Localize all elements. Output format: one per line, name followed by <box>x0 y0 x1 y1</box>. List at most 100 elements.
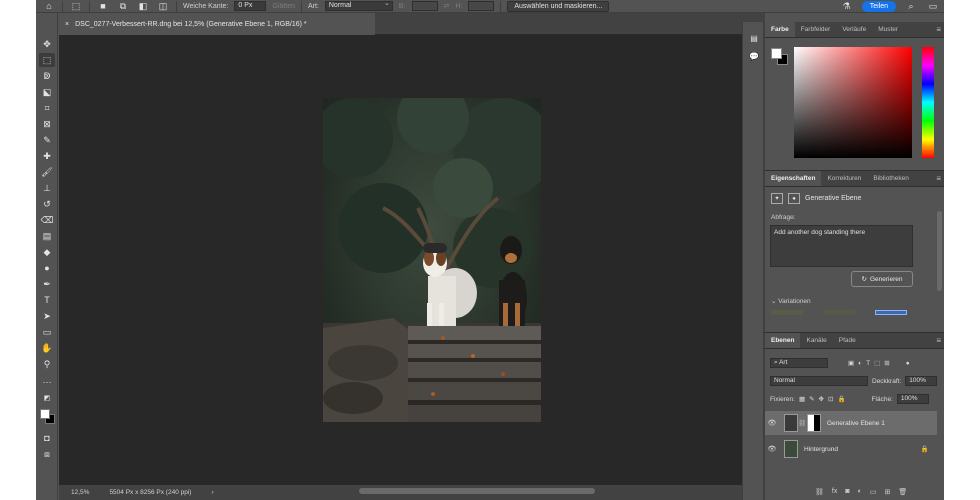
more-tools-icon[interactable]: ··· <box>39 375 55 389</box>
pen-tool-icon[interactable]: ✒ <box>39 277 55 291</box>
share-button[interactable]: Teilen <box>861 1 896 12</box>
filter-toggle-icon[interactable]: ● <box>906 360 910 367</box>
filter-shape-icon[interactable]: ⬚ <box>874 359 880 367</box>
history-panel-icon[interactable]: ▤ <box>747 32 761 45</box>
lock-all-icon[interactable]: 🔒 <box>837 395 845 403</box>
eye-icon[interactable]: 👁 <box>765 445 779 453</box>
quick-mask-icon[interactable]: ◘ <box>39 431 55 445</box>
history-brush-tool-icon[interactable]: ↺ <box>39 197 55 211</box>
tab-adjustments[interactable]: Korrekturen <box>821 171 867 186</box>
lock-image-icon[interactable]: ✎ <box>809 395 814 403</box>
blur-tool-icon[interactable]: ◆ <box>39 245 55 259</box>
mask-icon[interactable]: ● <box>788 193 800 204</box>
style-select[interactable]: Normal <box>324 0 393 11</box>
feather-input[interactable]: 0 Px <box>234 1 267 11</box>
fill-input[interactable]: 100% <box>896 394 929 404</box>
comments-panel-icon[interactable]: 💬 <box>747 50 761 63</box>
tab-color[interactable]: Farbe <box>765 22 795 37</box>
panel-menu-icon[interactable]: ≡ <box>936 336 941 345</box>
fx-icon[interactable]: fx <box>832 488 837 496</box>
search-icon[interactable]: ⌕ <box>904 1 918 12</box>
filter-adjustment-icon[interactable]: ◐ <box>858 360 862 367</box>
panel-menu-icon[interactable]: ≡ <box>936 25 941 34</box>
lasso-tool-icon[interactable]: ↁ <box>39 69 55 83</box>
marquee-tool-preset-icon[interactable]: ⬚ <box>69 1 83 12</box>
blend-mode-select[interactable]: Normal <box>770 376 868 386</box>
zoom-tool-icon[interactable]: ⚲ <box>39 357 55 371</box>
type-tool-icon[interactable]: T <box>39 293 55 307</box>
select-and-mask-button[interactable]: Auswählen und maskieren... <box>507 0 610 12</box>
eyedropper-tool-icon[interactable]: ✎ <box>39 133 55 147</box>
filter-type-icon[interactable]: T <box>866 360 870 367</box>
lock-transparent-icon[interactable]: ▦ <box>799 395 805 403</box>
workspace-icon[interactable]: ▭ <box>926 1 940 12</box>
generative-layer-icon[interactable]: ✦ <box>771 193 783 204</box>
filter-kind-select[interactable]: ⌕ Art <box>770 358 828 368</box>
eye-icon[interactable]: 👁 <box>765 419 779 427</box>
spot-healing-tool-icon[interactable]: ✚ <box>39 149 55 163</box>
link-icon[interactable]: ⛓ <box>798 419 806 427</box>
layer-row-generative[interactable]: 👁 ⛓ Generative Ebene 1 <box>765 411 937 435</box>
lock-icon[interactable]: 🔒 <box>921 445 929 453</box>
generate-button[interactable]: ↻ Generieren <box>851 271 913 287</box>
hand-tool-icon[interactable]: ✋ <box>39 341 55 355</box>
tab-properties[interactable]: Eigenschaften <box>765 171 822 186</box>
brush-tool-icon[interactable]: 🖌 <box>39 165 55 179</box>
tab-channels[interactable]: Kanäle <box>800 333 832 348</box>
add-mask-icon[interactable]: ◙ <box>845 488 849 496</box>
clone-stamp-tool-icon[interactable]: ⊥ <box>39 181 55 195</box>
variation-thumbnail[interactable] <box>771 310 803 315</box>
filter-smart-object-icon[interactable]: ⊞ <box>884 359 889 367</box>
prompt-textarea[interactable]: Add another dog standing there <box>770 225 913 267</box>
canvas[interactable] <box>59 35 765 485</box>
crop-tool-icon[interactable]: ⌗ <box>39 101 55 115</box>
flask-icon[interactable]: ⚗ <box>840 1 854 12</box>
close-tab-icon[interactable]: × <box>65 21 69 28</box>
foreground-color-swatch[interactable] <box>771 48 782 59</box>
variation-thumbnail-selected[interactable] <box>875 310 907 315</box>
rectangle-tool-icon[interactable]: ▭ <box>39 325 55 339</box>
opacity-input[interactable]: 100% <box>905 376 938 386</box>
new-group-icon[interactable]: ▭ <box>870 488 877 496</box>
new-layer-icon[interactable]: ⊞ <box>884 488 890 496</box>
width-input[interactable] <box>411 1 438 11</box>
layer-mask-thumbnail[interactable] <box>807 414 821 432</box>
tab-swatches[interactable]: Farbfelder <box>795 22 837 37</box>
zoom-level[interactable]: 12,5% <box>71 489 89 496</box>
rectangular-marquee-tool-icon[interactable]: ⬚ <box>39 53 55 67</box>
adjustment-layer-icon[interactable]: ◐ <box>858 488 862 496</box>
height-input[interactable] <box>468 1 495 11</box>
variation-thumbnail[interactable] <box>823 310 855 315</box>
tab-layers[interactable]: Ebenen <box>765 333 801 348</box>
swap-icon[interactable]: ⇄ <box>444 2 450 10</box>
hue-slider[interactable] <box>922 47 934 158</box>
smooth-checkbox[interactable]: Glätten <box>272 3 295 10</box>
delete-layer-icon[interactable]: 🗑 <box>898 488 907 496</box>
move-tool-icon[interactable]: ✥ <box>39 37 55 51</box>
intersect-selection-icon[interactable]: ◫ <box>156 1 170 12</box>
tab-paths[interactable]: Pfade <box>833 333 862 348</box>
subtract-selection-icon[interactable]: ◧ <box>136 1 150 12</box>
screen-mode-icon[interactable]: ⧈ <box>39 447 55 461</box>
new-selection-icon[interactable]: ■ <box>96 1 110 12</box>
tab-libraries[interactable]: Bibliotheken <box>867 171 914 186</box>
foreground-color-swatch[interactable] <box>40 409 50 419</box>
gradient-tool-icon[interactable]: ▤ <box>39 229 55 243</box>
home-icon[interactable]: ⌂ <box>42 1 56 12</box>
lock-artboard-icon[interactable]: ⊡ <box>828 395 833 403</box>
object-selection-tool-icon[interactable]: ⬕ <box>39 85 55 99</box>
tab-gradients[interactable]: Verläufe <box>836 22 872 37</box>
lock-position-icon[interactable]: ✥ <box>819 395 824 403</box>
horizontal-scrollbar[interactable] <box>359 488 595 494</box>
panel-menu-icon[interactable]: ≡ <box>936 174 941 183</box>
dodge-tool-icon[interactable]: ● <box>39 261 55 275</box>
variations-section[interactable]: ⌄ Variationen <box>771 297 811 305</box>
add-selection-icon[interactable]: ⧉ <box>116 1 130 12</box>
properties-scrollbar[interactable] <box>937 211 942 291</box>
status-arrow-icon[interactable]: › <box>211 489 213 496</box>
default-colors-icon[interactable]: ◩ <box>39 391 55 405</box>
link-layers-icon[interactable]: ⛓ <box>815 488 824 496</box>
document-tab[interactable]: × DSC_0277-Verbessert-RR.dng bei 12,5% (… <box>59 13 375 35</box>
tab-patterns[interactable]: Muster <box>872 22 904 37</box>
path-selection-tool-icon[interactable]: ➤ <box>39 309 55 323</box>
